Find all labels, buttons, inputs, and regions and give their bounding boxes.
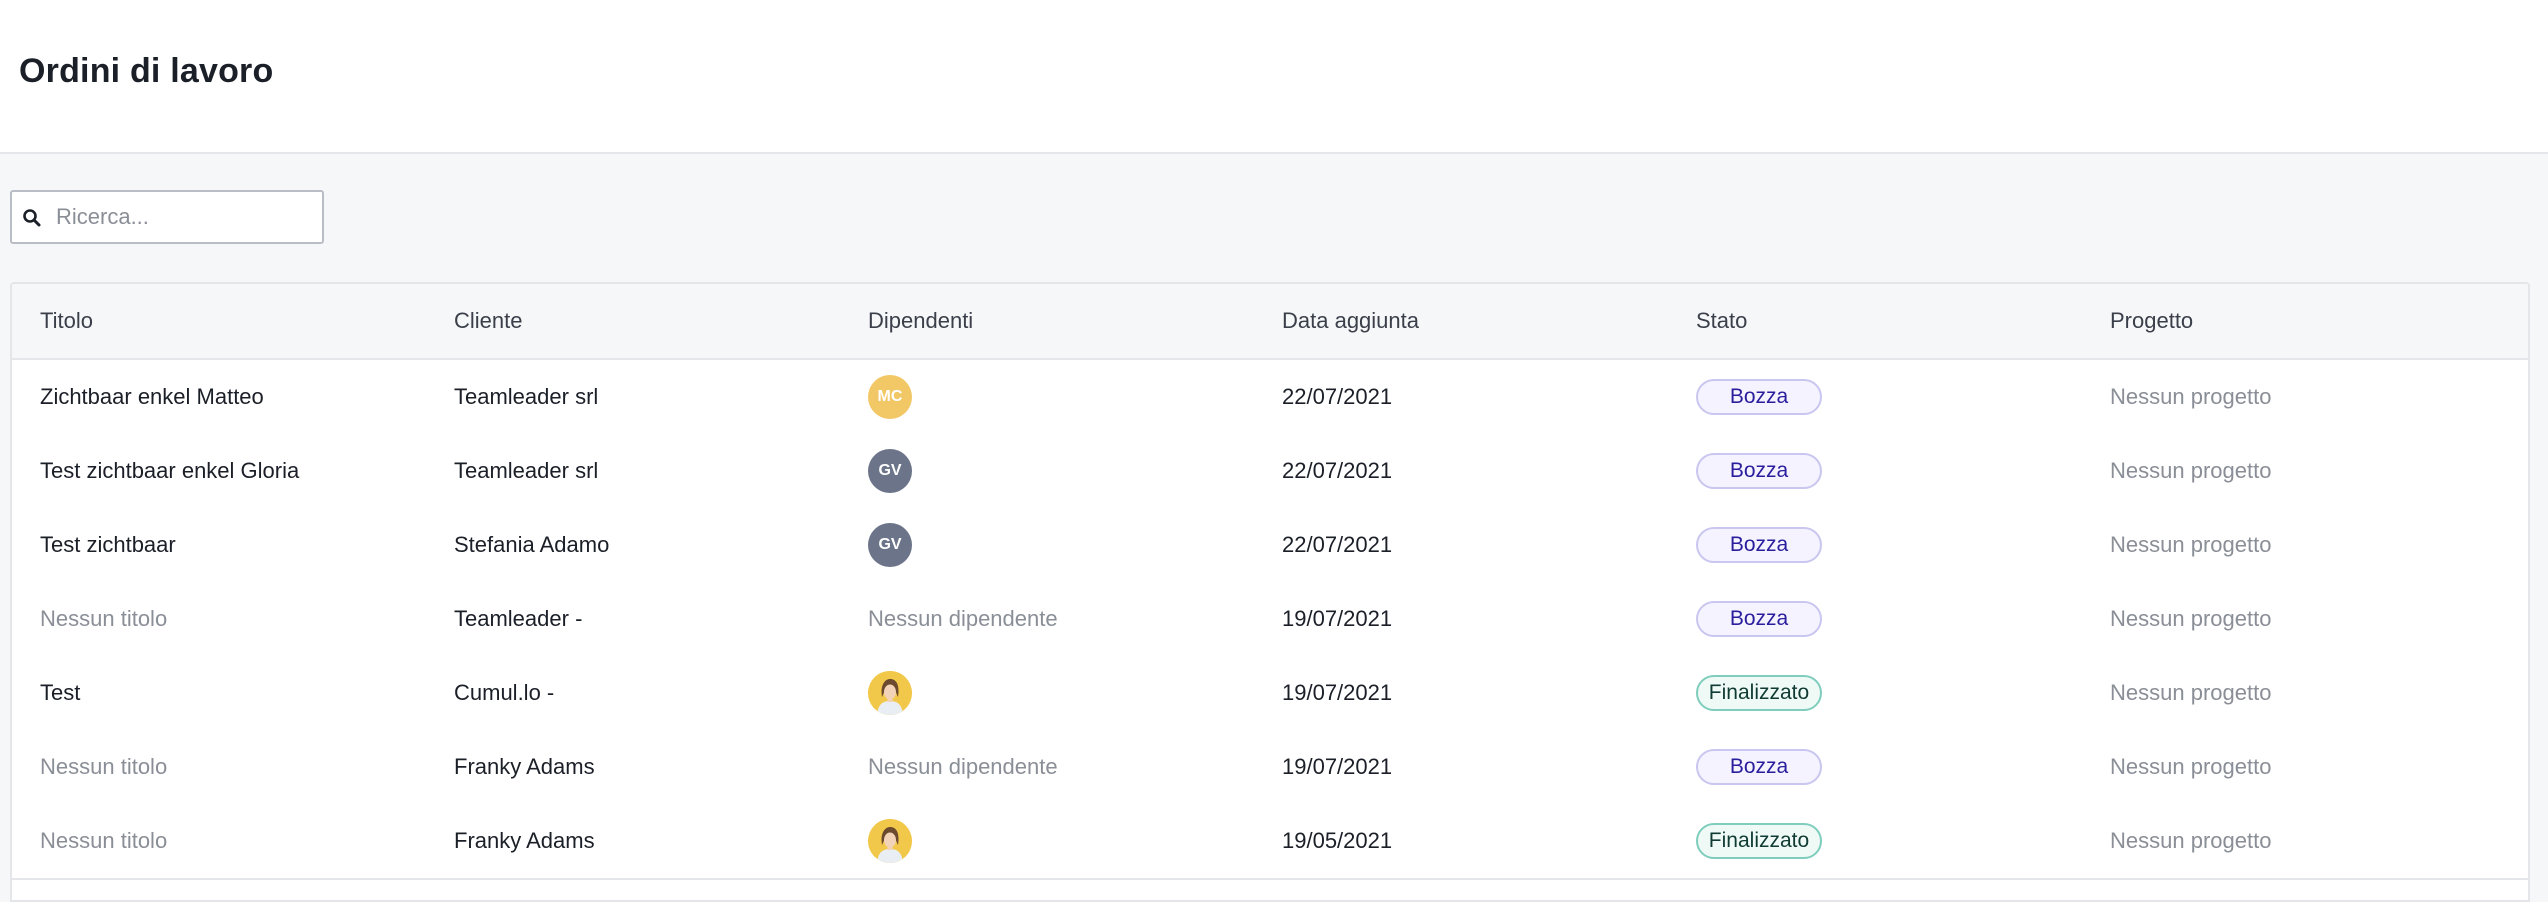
- column-header-progetto[interactable]: Progetto: [2110, 284, 2193, 358]
- cell-client: Teamleader srl: [454, 384, 599, 409]
- table-header: Titolo Cliente Dipendenti Data aggiunta …: [12, 284, 2528, 360]
- cell-client: Franky Adams: [454, 754, 595, 779]
- search-box[interactable]: [10, 190, 324, 244]
- status-badge: Bozza: [1696, 379, 1822, 415]
- column-header-data-aggiunta[interactable]: Data aggiunta: [1282, 284, 1419, 358]
- table-row[interactable]: Test zichtbaar enkel Gloria Teamleader sr…: [12, 434, 2528, 510]
- cell-date: 22/07/2021: [1282, 458, 1393, 483]
- cell-employee-empty: Nessun dipendente: [868, 606, 1058, 631]
- cell-client: Stefania Adamo: [454, 532, 610, 557]
- column-header-titolo[interactable]: Titolo: [40, 284, 93, 358]
- cell-title: Test zichtbaar: [40, 532, 176, 557]
- status-badge: Finalizzato: [1696, 823, 1822, 859]
- cell-project: Nessun progetto: [2110, 754, 2272, 779]
- status-badge: Bozza: [1696, 601, 1822, 637]
- page-title: Ordini di lavoro: [19, 52, 274, 90]
- status-badge: Finalizzato: [1696, 675, 1822, 711]
- cell-title: Nessun titolo: [40, 606, 168, 631]
- avatar[interactable]: GV: [868, 449, 912, 493]
- table-row[interactable]: Zichtbaar enkel Matteo Teamleader srl MC 22…: [12, 360, 2528, 436]
- cell-date: 22/07/2021: [1282, 384, 1393, 409]
- status-badge: Bozza: [1696, 453, 1822, 489]
- cell-employee-empty: Nessun dipendente: [868, 754, 1058, 779]
- table-row[interactable]: Nessun titolo Franky Adams Nessun dipenden…: [12, 730, 2528, 806]
- cell-project: Nessun progetto: [2110, 532, 2272, 557]
- search-input[interactable]: [56, 192, 316, 242]
- column-header-stato[interactable]: Stato: [1696, 284, 1747, 358]
- cell-title: Test: [40, 680, 81, 705]
- avatar[interactable]: GV: [868, 523, 912, 567]
- cell-project: Nessun progetto: [2110, 384, 2272, 409]
- cell-date: 19/07/2021: [1282, 680, 1393, 705]
- cell-title: Test zichtbaar enkel Gloria: [40, 458, 300, 483]
- work-orders-table: Titolo Cliente Dipendenti Data aggiunta …: [10, 282, 2530, 902]
- table-row[interactable]: Test zichtbaar Stefania Adamo GV 22/07/2021…: [12, 508, 2528, 584]
- column-header-dipendenti[interactable]: Dipendenti: [868, 284, 973, 358]
- cell-date: 19/07/2021: [1282, 606, 1393, 631]
- status-badge: Bozza: [1696, 749, 1822, 785]
- avatar-photo[interactable]: [868, 671, 912, 715]
- cell-date: 19/05/2021: [1282, 828, 1393, 853]
- table-row[interactable]: Test Cumul.lo - 19/07/2021 Finalizzato Nessu…: [12, 656, 2528, 732]
- table-row[interactable]: Nessun titolo Teamleader - Nessun dipenden…: [12, 582, 2528, 658]
- person-photo-icon: [868, 671, 912, 715]
- table-row[interactable]: Nessun titolo Franky Adams 19/05/2021 Final…: [12, 804, 2528, 880]
- cell-client: Cumul.lo -: [454, 680, 555, 705]
- cell-project: Nessun progetto: [2110, 828, 2272, 853]
- cell-title: Zichtbaar enkel Matteo: [40, 384, 264, 409]
- search-icon: [23, 209, 41, 227]
- cell-client: Franky Adams: [454, 828, 595, 853]
- column-header-cliente[interactable]: Cliente: [454, 284, 522, 358]
- cell-date: 19/07/2021: [1282, 754, 1393, 779]
- avatar[interactable]: MC: [868, 375, 912, 419]
- cell-client: Teamleader srl: [454, 458, 599, 483]
- status-badge: Bozza: [1696, 527, 1822, 563]
- cell-title: Nessun titolo: [40, 828, 168, 853]
- person-photo-icon: [868, 819, 912, 863]
- cell-title: Nessun titolo: [40, 754, 168, 779]
- cell-project: Nessun progetto: [2110, 606, 2272, 631]
- cell-project: Nessun progetto: [2110, 458, 2272, 483]
- cell-project: Nessun progetto: [2110, 680, 2272, 705]
- page-header: Ordini di lavoro: [0, 0, 2548, 154]
- cell-client: Teamleader -: [454, 606, 583, 631]
- avatar-photo[interactable]: [868, 819, 912, 863]
- cell-date: 22/07/2021: [1282, 532, 1393, 557]
